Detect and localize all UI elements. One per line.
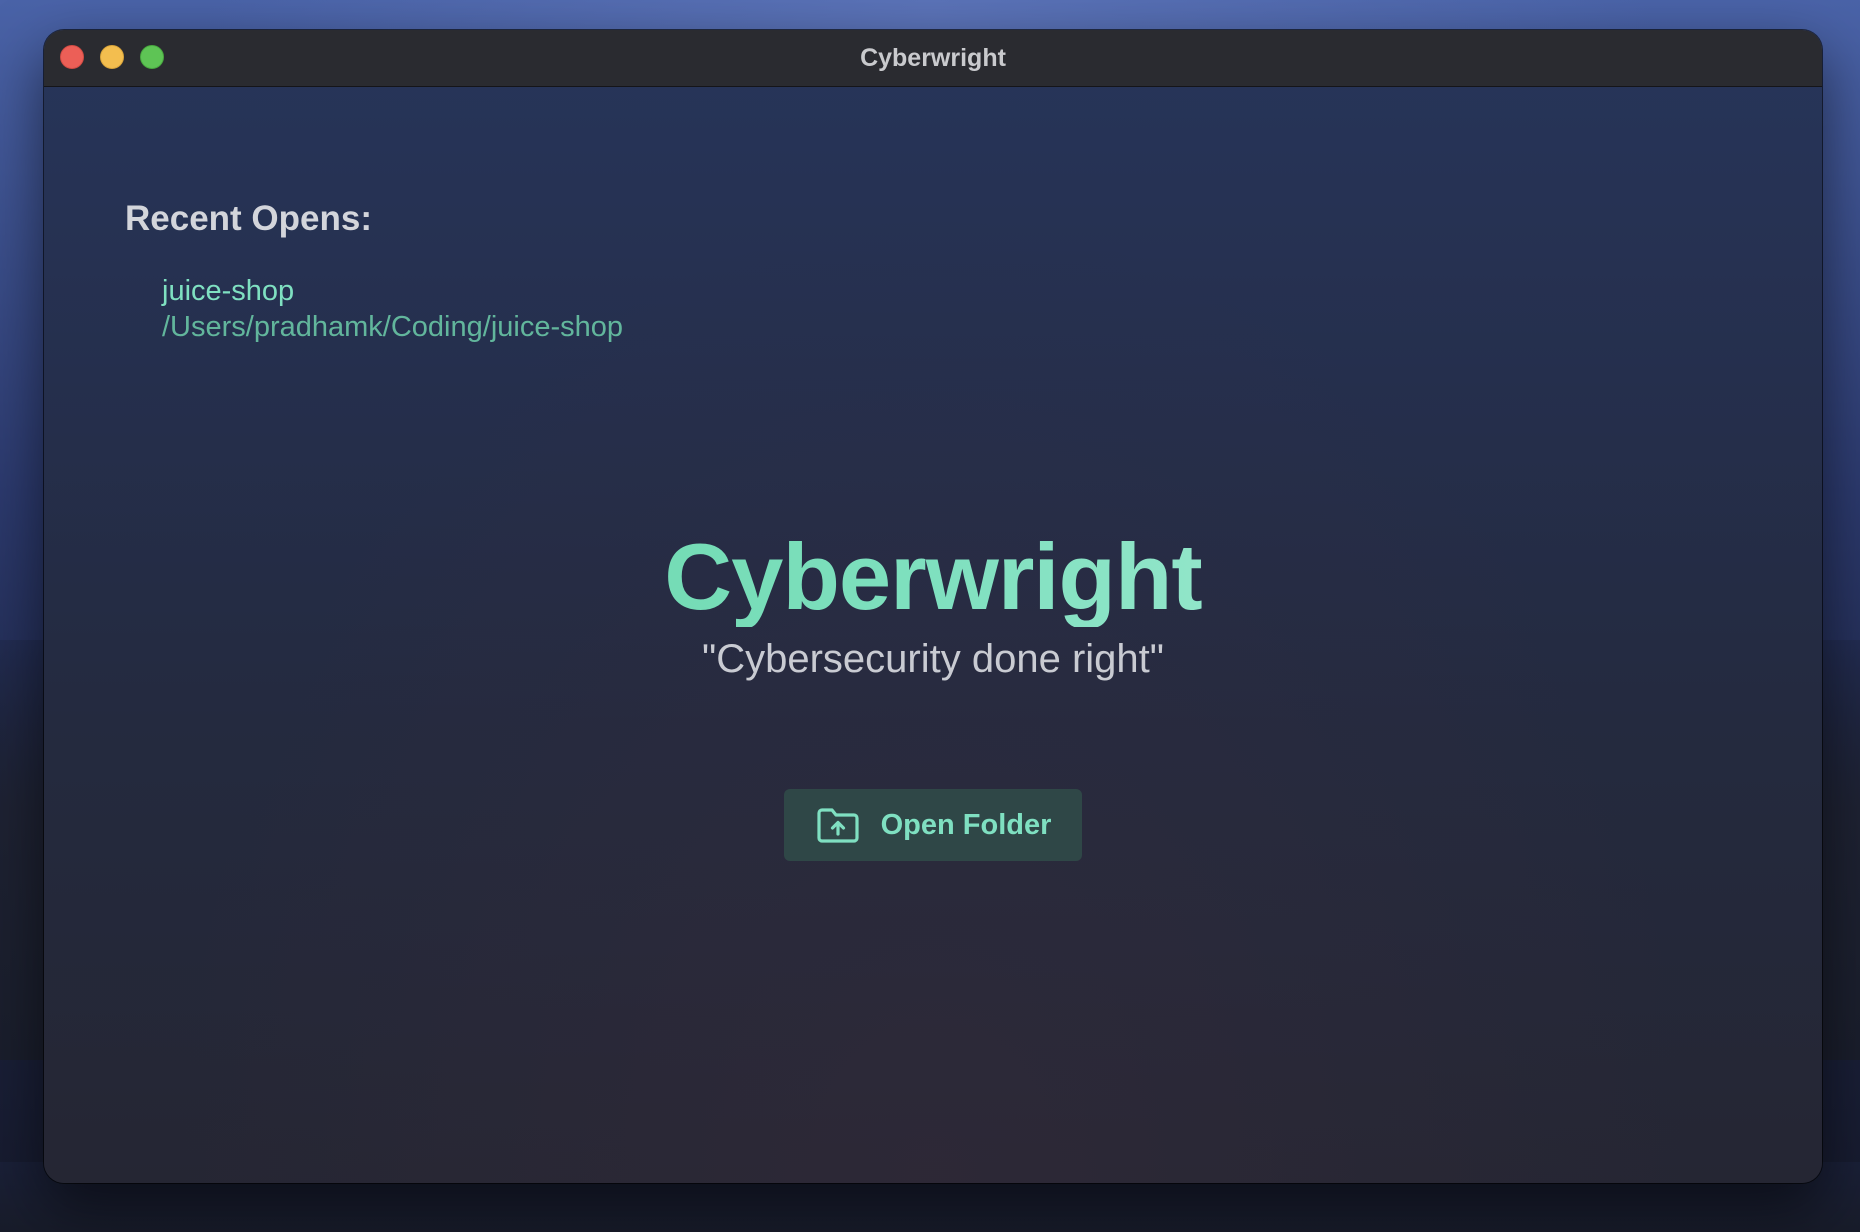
window-title: Cyberwright bbox=[860, 44, 1006, 72]
app-logo-title: Cyberwright bbox=[44, 527, 1822, 627]
hero: Cyberwright "Cybersecurity done right" bbox=[44, 527, 1822, 683]
recent-opens-heading: Recent Opens: bbox=[125, 199, 372, 238]
recent-item-name: juice-shop bbox=[162, 275, 295, 307]
titlebar: Cyberwright bbox=[44, 30, 1822, 87]
welcome-screen: Recent Opens: juice-shop /Users/pradhamk… bbox=[44, 87, 1822, 1183]
app-tagline: "Cybersecurity done right" bbox=[702, 637, 1164, 681]
wallpaper-city-left bbox=[0, 640, 46, 1060]
open-folder-button[interactable]: Open Folder bbox=[784, 789, 1082, 861]
folder-upload-icon bbox=[816, 808, 859, 843]
recent-item-path: /Users/pradhamk/Coding/juice-shop bbox=[162, 311, 623, 343]
recent-item-juice-shop[interactable]: juice-shop /Users/pradhamk/Coding/juice-… bbox=[162, 273, 623, 345]
open-folder-label: Open Folder bbox=[880, 808, 1052, 841]
app-window: Cyberwright Recent Opens: juice-shop /Us… bbox=[44, 30, 1822, 1183]
